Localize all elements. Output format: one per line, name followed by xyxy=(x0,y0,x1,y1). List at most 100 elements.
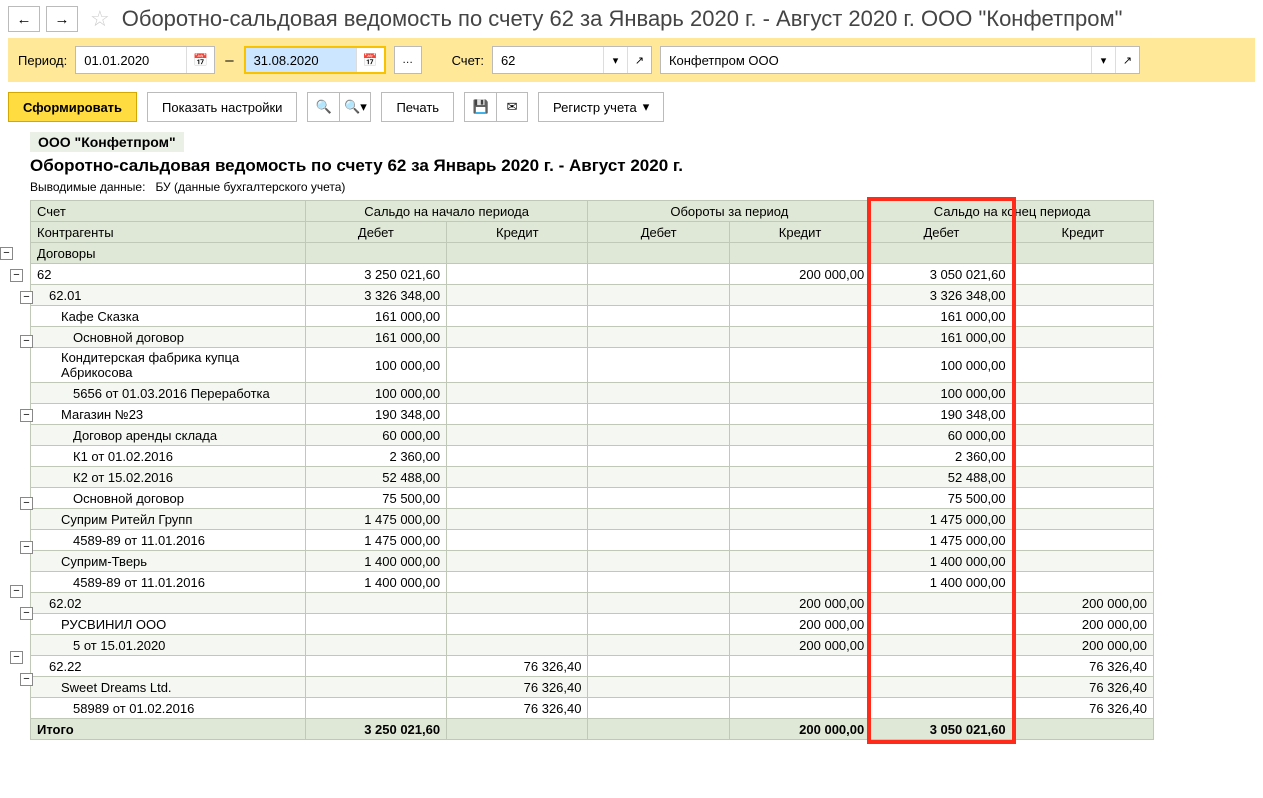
cell-tc: 200 000,00 xyxy=(729,593,870,614)
date-to-input[interactable] xyxy=(246,48,356,72)
cell-tc xyxy=(729,530,870,551)
org-open-icon[interactable]: ↗ xyxy=(1115,47,1139,73)
company-name: ООО "Конфетпром" xyxy=(30,132,184,152)
row-name: 62.02 xyxy=(31,593,306,614)
table-row[interactable]: Основной договор161 000,00161 000,00 xyxy=(31,327,1154,348)
table-row[interactable]: Основной договор75 500,0075 500,00 xyxy=(31,488,1154,509)
cell-bd xyxy=(305,614,446,635)
tree-collapse-icon[interactable]: − xyxy=(10,651,23,664)
cell-bc xyxy=(447,530,588,551)
row-name: 58989 от 01.02.2016 xyxy=(31,698,306,719)
table-row[interactable]: 5656 от 01.03.2016 Переработка100 000,00… xyxy=(31,383,1154,404)
date-from-calendar-icon[interactable]: 📅 xyxy=(186,47,214,73)
save-icon[interactable]: 💾 xyxy=(464,92,496,122)
cell-bc xyxy=(447,572,588,593)
cell-bd: 75 500,00 xyxy=(305,488,446,509)
table-row[interactable]: К2 от 15.02.201652 488,0052 488,00 xyxy=(31,467,1154,488)
cell-ed xyxy=(871,593,1012,614)
cell-bd xyxy=(305,593,446,614)
cell-tc xyxy=(729,285,870,306)
search-dropdown-icon[interactable]: 🔍▾ xyxy=(339,92,371,122)
tree-collapse-icon[interactable]: − xyxy=(20,291,33,304)
date-from-input[interactable] xyxy=(76,47,186,73)
register-button[interactable]: Регистр учета ▾ xyxy=(538,92,664,122)
account-dropdown-icon[interactable]: ▾ xyxy=(603,47,627,73)
generate-button[interactable]: Сформировать xyxy=(8,92,137,122)
cell-bd: 1 475 000,00 xyxy=(305,530,446,551)
tree-collapse-icon[interactable]: − xyxy=(20,673,33,686)
account-input[interactable] xyxy=(493,47,603,73)
email-icon[interactable]: ✉ xyxy=(496,92,528,122)
cell-ed: 190 348,00 xyxy=(871,404,1012,425)
cell-bd xyxy=(305,656,446,677)
tree-collapse-icon[interactable]: − xyxy=(10,269,23,282)
table-row[interactable]: Магазин №23190 348,00190 348,00 xyxy=(31,404,1154,425)
cell-ec xyxy=(1012,530,1153,551)
cell-tc xyxy=(729,488,870,509)
table-row[interactable]: К1 от 01.02.20162 360,002 360,00 xyxy=(31,446,1154,467)
cell-ed xyxy=(871,635,1012,656)
cell-td xyxy=(588,488,729,509)
cell-bd: 52 488,00 xyxy=(305,467,446,488)
print-button[interactable]: Печать xyxy=(381,92,454,122)
tree-collapse-icon[interactable]: − xyxy=(20,409,33,422)
table-row[interactable]: Sweet Dreams Ltd.76 326,4076 326,40 xyxy=(31,677,1154,698)
table-row[interactable]: 62.02200 000,00200 000,00 xyxy=(31,593,1154,614)
account-open-icon[interactable]: ↗ xyxy=(627,47,651,73)
tree-collapse-icon[interactable]: − xyxy=(20,607,33,620)
col-credit-1: Кредит xyxy=(447,222,588,243)
table-row[interactable]: 4589-89 от 11.01.20161 400 000,001 400 0… xyxy=(31,572,1154,593)
cell-ec xyxy=(1012,551,1153,572)
cell-td xyxy=(588,383,729,404)
col-debit-2: Дебет xyxy=(588,222,729,243)
org-dropdown-icon[interactable]: ▾ xyxy=(1091,47,1115,73)
table-row[interactable]: Кафе Сказка161 000,00161 000,00 xyxy=(31,306,1154,327)
cell-bc: 76 326,40 xyxy=(447,698,588,719)
tree-collapse-icon[interactable]: − xyxy=(20,335,33,348)
back-button[interactable]: ← xyxy=(8,6,40,32)
table-row[interactable]: 623 250 021,60200 000,003 050 021,60 xyxy=(31,264,1154,285)
row-name: 62.22 xyxy=(31,656,306,677)
row-name: Основной договор xyxy=(31,488,306,509)
row-name: 4589-89 от 11.01.2016 xyxy=(31,530,306,551)
show-settings-button[interactable]: Показать настройки xyxy=(147,92,297,122)
table-row[interactable]: 4589-89 от 11.01.20161 475 000,001 475 0… xyxy=(31,530,1154,551)
search-icon[interactable]: 🔍 xyxy=(307,92,339,122)
cell-bc xyxy=(447,404,588,425)
cell-bc xyxy=(447,614,588,635)
cell-ec xyxy=(1012,327,1153,348)
forward-button[interactable]: → xyxy=(46,6,78,32)
cell-ec xyxy=(1012,348,1153,383)
table-row[interactable]: Договор аренды склада60 000,0060 000,00 xyxy=(31,425,1154,446)
cell-td xyxy=(588,656,729,677)
cell-td xyxy=(588,306,729,327)
table-row[interactable]: 62.013 326 348,003 326 348,00 xyxy=(31,285,1154,306)
table-row[interactable]: 58989 от 01.02.201676 326,4076 326,40 xyxy=(31,698,1154,719)
cell-ec: 76 326,40 xyxy=(1012,656,1153,677)
table-row[interactable]: 5 от 15.01.2020200 000,00200 000,00 xyxy=(31,635,1154,656)
dash: – xyxy=(225,52,233,69)
table-row[interactable]: Кондитерская фабрика купца Абрикосова100… xyxy=(31,348,1154,383)
cell-ed: 100 000,00 xyxy=(871,383,1012,404)
org-input[interactable] xyxy=(661,47,1091,73)
cell-tc xyxy=(729,551,870,572)
table-row[interactable]: Суприм-Тверь1 400 000,001 400 000,00 xyxy=(31,551,1154,572)
cell-bc xyxy=(447,467,588,488)
tree-collapse-icon[interactable]: − xyxy=(0,247,13,260)
date-to-calendar-icon[interactable]: 📅 xyxy=(356,48,384,72)
row-name: Кафе Сказка xyxy=(31,306,306,327)
table-row[interactable]: Суприм Ритейл Групп1 475 000,001 475 000… xyxy=(31,509,1154,530)
table-row[interactable]: 62.2276 326,4076 326,40 xyxy=(31,656,1154,677)
cell-tc: 200 000,00 xyxy=(729,614,870,635)
favorite-star-icon[interactable]: ☆ xyxy=(90,6,110,32)
date-from-wrap: 📅 xyxy=(75,46,215,74)
table-row[interactable]: РУСВИНИЛ ООО200 000,00200 000,00 xyxy=(31,614,1154,635)
cell-tc xyxy=(729,572,870,593)
tree-collapse-icon[interactable]: − xyxy=(10,585,23,598)
tree-collapse-icon[interactable]: − xyxy=(20,541,33,554)
period-picker-button[interactable]: … xyxy=(394,46,422,74)
cell-ed: 100 000,00 xyxy=(871,348,1012,383)
row-name: РУСВИНИЛ ООО xyxy=(31,614,306,635)
tree-collapse-icon[interactable]: − xyxy=(20,497,33,510)
cell-tc xyxy=(729,348,870,383)
